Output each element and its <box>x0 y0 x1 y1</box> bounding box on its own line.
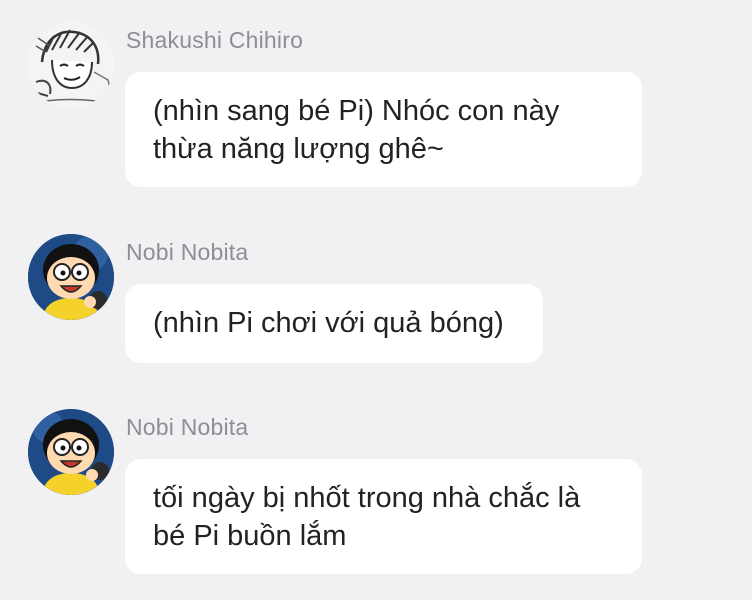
sender-name: Nobi Nobita <box>126 414 249 440</box>
chat-thread: Shakushi Chihiro (nhìn sang bé Pi) Nhóc … <box>0 0 752 600</box>
nobita-icon <box>28 409 114 495</box>
chat-message: Nobi Nobita tối ngày bị nhốt trong nhà c… <box>0 0 752 600</box>
message-text-line: tối ngày bị nhốt trong nhà chắc là <box>153 482 581 514</box>
message-bubble[interactable]: tối ngày bị nhốt trong nhà chắc là bé Pi… <box>125 459 642 574</box>
nobita-avatar[interactable] <box>28 409 114 495</box>
message-text-line: bé Pi buồn lắm <box>153 520 347 552</box>
